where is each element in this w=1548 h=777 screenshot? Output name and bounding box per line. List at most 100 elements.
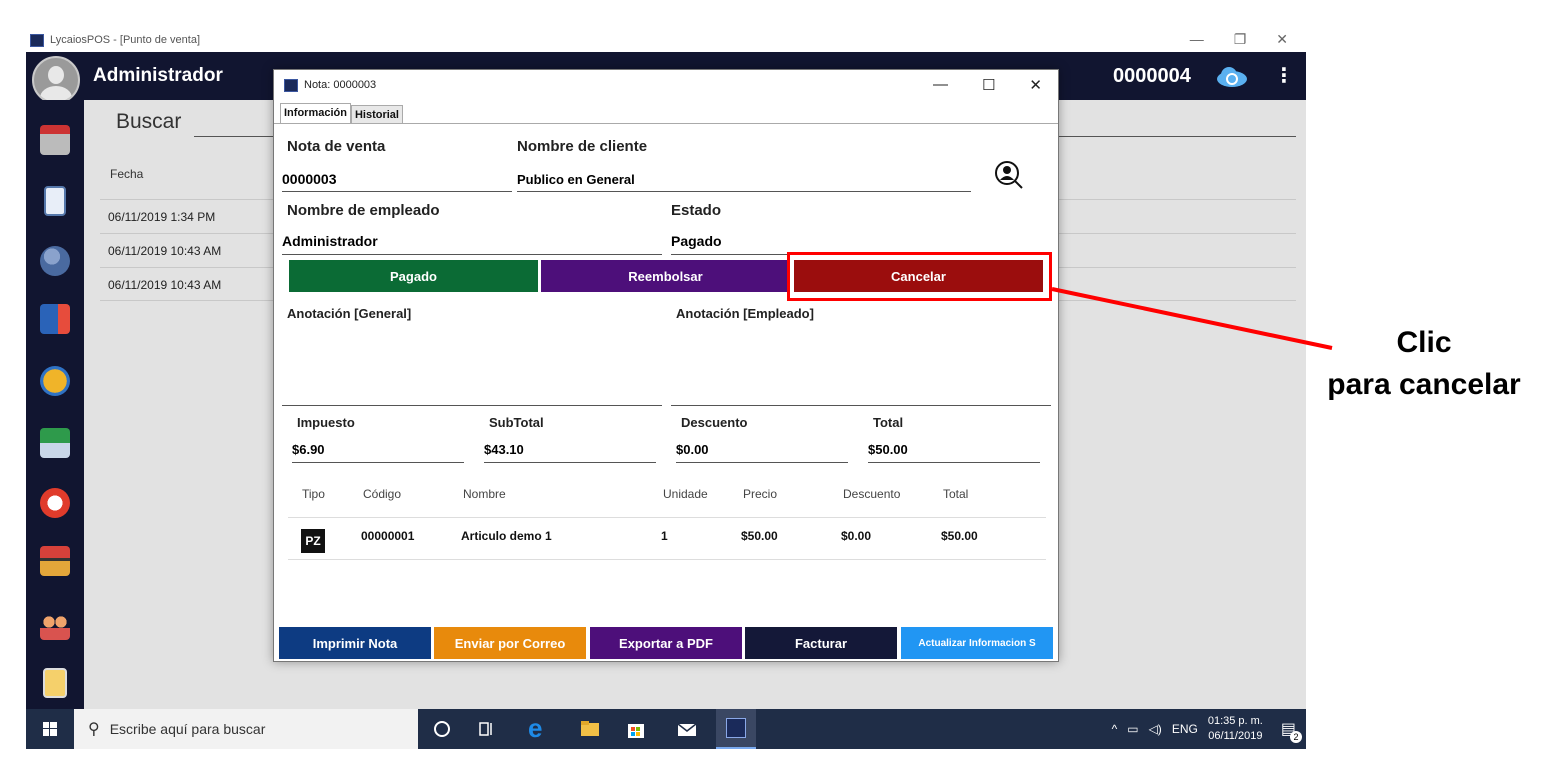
pos-register-icon[interactable] [40, 125, 70, 155]
customers-icon[interactable] [40, 246, 70, 276]
app-titlebar: LycaiosPOS - [Punto de venta] — ❐ ✕ [26, 29, 1306, 51]
nota-value: 0000003 [282, 171, 337, 187]
imprimir-nota-button[interactable]: Imprimir Nota [279, 627, 431, 659]
column-header-codigo: Código [363, 487, 402, 501]
anotacion-general-input[interactable] [282, 405, 662, 406]
network-icon[interactable]: ▭ [1127, 722, 1138, 736]
cortana-icon[interactable] [431, 718, 453, 740]
column-header-fecha: Fecha [110, 167, 144, 181]
subtotal-label: SubTotal [489, 415, 544, 430]
notes-icon[interactable] [44, 186, 66, 216]
store-icon[interactable] [625, 718, 647, 740]
empleado-value: Administrador [282, 233, 378, 249]
tab-informacion[interactable]: Información [280, 103, 351, 124]
lycaiospos-app-icon [726, 718, 746, 738]
notification-center-icon[interactable]: ▤ 2 [1281, 719, 1302, 743]
edge-browser-icon[interactable]: e [528, 713, 550, 743]
windows-taskbar: ⚲ Escribe aquí para buscar e ^ ▭ ◁) ENG … [26, 709, 1306, 749]
current-note-number: 0000004 [1113, 65, 1191, 87]
more-vertical-icon[interactable]: ⋮ [1274, 63, 1294, 88]
cliente-field-line [517, 191, 971, 192]
impuesto-label: Impuesto [297, 415, 355, 430]
row-precio: $50.00 [741, 529, 778, 543]
timer-icon[interactable] [40, 488, 70, 518]
minimize-icon[interactable]: — [933, 76, 948, 94]
taskbar-search-box[interactable]: ⚲ Escribe aquí para buscar [74, 709, 418, 749]
anotacion-empleado-label: Anotación [Empleado] [676, 306, 814, 321]
exportar-pdf-button[interactable]: Exportar a PDF [590, 627, 742, 659]
inventory-icon[interactable] [40, 546, 70, 576]
table-row-divider [288, 559, 1046, 560]
row-descuento: $0.00 [841, 529, 872, 543]
actualizar-informacion-button[interactable]: Actualizar Informacion S [901, 627, 1053, 659]
device-icon[interactable] [43, 668, 67, 698]
restore-icon[interactable]: ❐ [1234, 31, 1247, 48]
table-header-divider [288, 517, 1046, 518]
volume-icon[interactable]: ◁) [1149, 722, 1162, 736]
tab-historial[interactable]: Historial [350, 105, 403, 124]
search-client-icon[interactable] [994, 160, 1024, 190]
total-line [868, 462, 1040, 463]
mail-icon[interactable] [676, 718, 698, 740]
task-view-icon[interactable] [476, 718, 498, 740]
total-label: Total [873, 415, 904, 430]
descuento-label: Descuento [681, 415, 748, 430]
app-logo-icon [284, 78, 298, 92]
column-header-unidad: Unidade [663, 487, 708, 501]
estado-label: Estado [671, 202, 722, 219]
top-products-icon[interactable] [40, 366, 70, 396]
taskbar-item-lycaiospos[interactable] [716, 709, 756, 749]
dialog-titlebar: Nota: 0000003 — ☐ ✕ [274, 70, 1058, 100]
avatar[interactable] [32, 56, 80, 104]
callout-text: Clic para cancelar [1306, 322, 1542, 406]
maximize-icon[interactable]: ☐ [982, 76, 995, 94]
total-value: $50.00 [868, 442, 908, 457]
pagado-button[interactable]: Pagado [289, 260, 538, 292]
taskbar-search-placeholder: Escribe aquí para buscar [109, 721, 266, 737]
row-nombre: Articulo demo 1 [461, 529, 552, 543]
anotacion-empleado-input[interactable] [671, 405, 1051, 406]
sidebar [26, 100, 84, 709]
column-header-nombre: Nombre [463, 487, 506, 501]
close-icon[interactable]: ✕ [1276, 31, 1288, 48]
anotacion-general-label: Anotación [General] [287, 306, 412, 321]
clock-time: 01:35 p. m. [1207, 715, 1263, 727]
cancel-highlight-box [787, 252, 1052, 301]
cash-icon[interactable] [40, 428, 70, 458]
reports-icon[interactable] [40, 304, 70, 334]
system-tray: ^ ▭ ◁) ENG 01:35 p. m. 06/11/2019 ▤ 2 [1112, 709, 1302, 749]
cloud-sync-icon[interactable] [1216, 66, 1248, 88]
language-indicator[interactable]: ENG [1172, 722, 1198, 736]
clock[interactable]: 01:35 p. m. 06/11/2019 [1208, 714, 1263, 744]
impuesto-value: $6.90 [292, 442, 325, 457]
cliente-label: Nombre de cliente [517, 138, 648, 155]
app-logo-icon [30, 33, 44, 47]
reembolsar-button[interactable]: Reembolsar [541, 260, 790, 292]
column-header-precio: Precio [743, 487, 778, 501]
descuento-value: $0.00 [676, 442, 709, 457]
enviar-correo-button[interactable]: Enviar por Correo [434, 627, 586, 659]
row-total: $50.00 [941, 529, 978, 543]
callout-line-1: Clic [1396, 326, 1452, 359]
file-explorer-icon[interactable] [579, 718, 601, 740]
row-unidad: 1 [661, 529, 668, 543]
subtotal-value: $43.10 [484, 442, 524, 457]
row-codigo: 00000001 [361, 529, 415, 543]
cliente-value[interactable]: Publico en General [517, 172, 635, 187]
tab-divider [274, 123, 1058, 124]
empleado-field-line [282, 254, 662, 255]
app-window-title: LycaiosPOS - [Punto de venta] [50, 34, 201, 46]
column-header-descuento: Descuento [843, 487, 901, 501]
facturar-button[interactable]: Facturar [745, 627, 897, 659]
minimize-icon[interactable]: — [1190, 31, 1204, 48]
notification-count: 2 [1290, 731, 1302, 743]
column-header-tipo: Tipo [302, 487, 325, 501]
nota-field-line [282, 191, 512, 192]
employees-icon[interactable] [40, 610, 70, 640]
callout-line-2: para cancelar [1327, 368, 1521, 401]
chevron-up-icon[interactable]: ^ [1112, 722, 1118, 736]
close-icon[interactable]: ✕ [1029, 76, 1042, 94]
windows-start-icon[interactable] [26, 709, 74, 749]
estado-value: Pagado [671, 233, 722, 249]
user-name: Administrador [93, 65, 223, 86]
